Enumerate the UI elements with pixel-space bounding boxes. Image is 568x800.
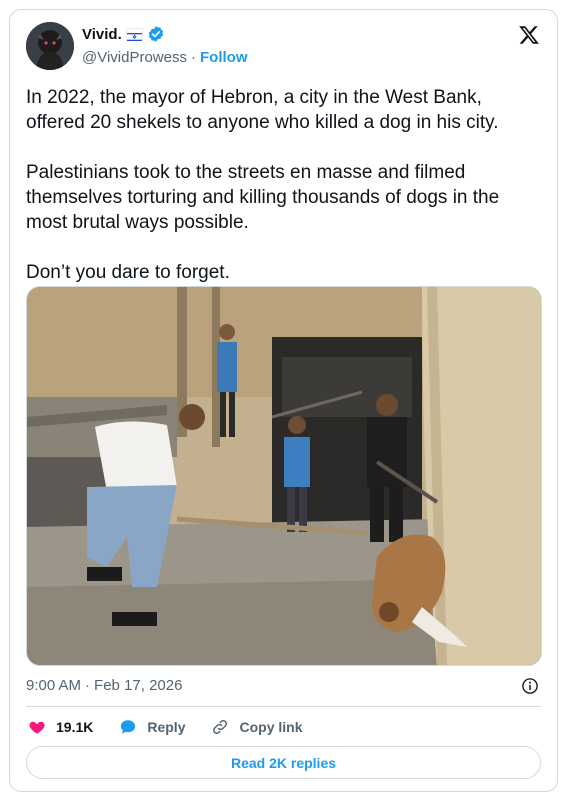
display-name[interactable]: Vivid.	[82, 26, 122, 43]
tweet-time[interactable]: 9:00 AM	[26, 677, 81, 694]
copy-link-button[interactable]: Copy link	[211, 718, 303, 736]
israel-flag-icon	[125, 28, 143, 42]
read-replies-button[interactable]: Read 2K replies	[26, 746, 541, 779]
like-count: 19.1K	[56, 719, 94, 735]
reply-button[interactable]: Reply	[119, 718, 185, 736]
divider	[26, 706, 541, 707]
reply-label: Reply	[147, 719, 186, 735]
info-icon[interactable]	[521, 677, 539, 695]
tweet-text: In 2022, the mayor of Hebron, a city in …	[26, 85, 541, 310]
tweet-paragraph: In 2022, the mayor of Hebron, a city in …	[26, 87, 499, 133]
tweet-card[interactable]: Vivid. @VividProwess · Follow In 2022, t…	[9, 9, 558, 792]
avatar[interactable]	[26, 22, 74, 70]
handle-separator: ·	[191, 49, 196, 66]
read-replies-label: Read 2K replies	[230, 754, 337, 771]
tweet-date[interactable]: Feb 17, 2026	[94, 677, 182, 694]
tweet-photo[interactable]	[26, 286, 542, 666]
tweet-paragraph: Don’t you dare to forget.	[26, 262, 230, 283]
like-button[interactable]: 19.1K	[28, 718, 93, 736]
copy-link-label: Copy link	[239, 719, 303, 735]
follow-button[interactable]: Follow	[200, 49, 248, 66]
meta-separator: ·	[85, 677, 91, 694]
link-icon	[213, 719, 228, 735]
heart-icon	[29, 721, 45, 734]
verified-badge-icon	[147, 25, 165, 43]
x-logo-icon[interactable]	[518, 24, 540, 46]
handle[interactable]: @VividProwess	[82, 49, 187, 66]
speech-bubble-icon	[121, 720, 136, 734]
tweet-paragraph: Palestinians took to the streets en mass…	[26, 162, 500, 233]
